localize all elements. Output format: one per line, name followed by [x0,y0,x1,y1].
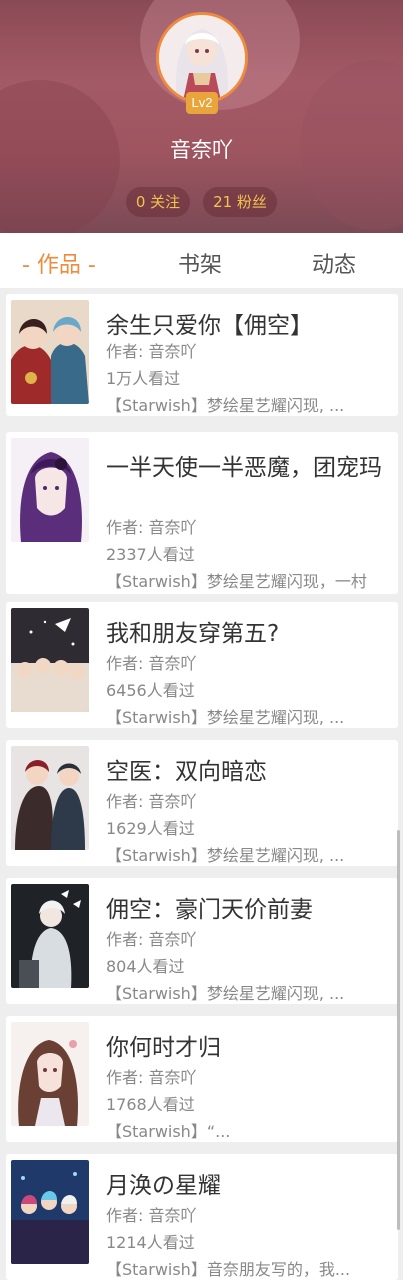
username: 音奈吖 [170,138,233,162]
work-cover[interactable] [11,1022,89,1126]
work-card[interactable]: 你何时才归 作者: 音奈吖 1768人看过 【Starwish】“... [6,1016,398,1142]
work-author: 作者: 音奈吖 [106,342,197,361]
work-author: 作者: 音奈吖 [106,654,197,673]
work-views: 1214人看过 [106,1233,195,1252]
tab-bookshelf[interactable]: 书架 [178,247,222,279]
work-description: 【Starwish】梦绘星艺耀闪现, ... [106,984,345,1003]
duo-characters-icon [11,746,89,850]
work-card[interactable]: 余生只爱你【佣空】 作者: 音奈吖 1万人看过 【Starwish】梦绘星艺耀闪… [6,294,398,416]
work-card[interactable]: 空医：双向暗恋 作者: 音奈吖 1629人看过 【Starwish】梦绘星艺耀闪… [6,740,398,866]
work-title[interactable]: 余生只爱你【佣空】 [106,306,313,340]
work-cover[interactable] [11,300,89,404]
work-views: 1629人看过 [106,819,195,838]
work-description: 【Starwish】梦绘星艺耀闪现，一村 [106,572,367,591]
work-cover[interactable] [11,608,89,712]
work-description: 【Starwish】梦绘星艺耀闪现, ... [106,396,345,415]
work-title[interactable]: 空医：双向暗恋 [106,752,267,786]
fans-count-button[interactable]: 21 粉丝 [203,187,277,217]
profile-tabs: - 作品 - 书架 动态 [0,233,403,288]
work-views: 2337人看过 [106,545,195,564]
work-card[interactable]: 我和朋友穿第五? 作者: 音奈吖 6456人看过 【Starwish】梦绘星艺耀… [6,602,398,728]
work-card[interactable]: 一半天使一半恶魔，团宠玛 作者: 音奈吖 2337人看过 【Starwish】梦… [6,432,398,594]
profile-header: Lv2 音奈吖 0 关注 21 粉丝 [0,0,403,233]
avatar[interactable] [156,12,248,104]
scrollbar[interactable] [397,830,400,1230]
work-description: 【Starwish】梦绘星艺耀闪现, ... [106,708,345,727]
girl-red-outfit-icon [11,300,89,404]
work-author: 作者: 音奈吖 [106,1068,197,1087]
work-title[interactable]: 我和朋友穿第五? [106,614,279,648]
work-cover[interactable] [11,746,89,850]
curly-hair-girl-icon [11,1022,89,1126]
blue-group-icon [11,1160,89,1264]
work-author: 作者: 音奈吖 [106,518,197,537]
work-views: 804人看过 [106,957,185,976]
work-description: 【Starwish】梦绘星艺耀闪现, ... [106,846,345,865]
work-card[interactable]: 佣空：豪门天价前妻 作者: 音奈吖 804人看过 【Starwish】梦绘星艺耀… [6,878,398,1004]
work-title[interactable]: 一半天使一半恶魔，团宠玛 [106,448,382,482]
work-description: 【Starwish】音奈朋友写的，我... [106,1260,351,1279]
work-card[interactable]: 月涣の星耀 作者: 音奈吖 1214人看过 【Starwish】音奈朋友写的，我… [6,1154,398,1280]
work-views: 1万人看过 [106,369,181,388]
work-author: 作者: 音奈吖 [106,1206,197,1225]
work-cover[interactable] [11,1160,89,1264]
work-views: 1768人看过 [106,1095,195,1114]
following-count-button[interactable]: 0 关注 [126,187,190,217]
level-badge: Lv2 [186,92,218,114]
work-cover[interactable] [11,438,89,542]
work-title[interactable]: 月涣の星耀 [106,1166,221,1200]
work-title[interactable]: 佣空：豪门天价前妻 [106,890,313,924]
work-description: 【Starwish】“... [106,1122,231,1141]
tab-works[interactable]: - 作品 - [22,247,96,279]
work-author: 作者: 音奈吖 [106,930,197,949]
work-title[interactable]: 你何时才归 [106,1028,221,1062]
purple-hair-girl-icon [11,438,89,542]
avatar-image-icon [159,15,245,101]
work-author: 作者: 音奈吖 [106,792,197,811]
work-views: 6456人看过 [106,681,195,700]
work-cover[interactable] [11,884,89,988]
group-chibi-icon [11,608,89,712]
white-hair-figure-icon [11,884,89,988]
tab-activity[interactable]: 动态 [312,247,356,279]
